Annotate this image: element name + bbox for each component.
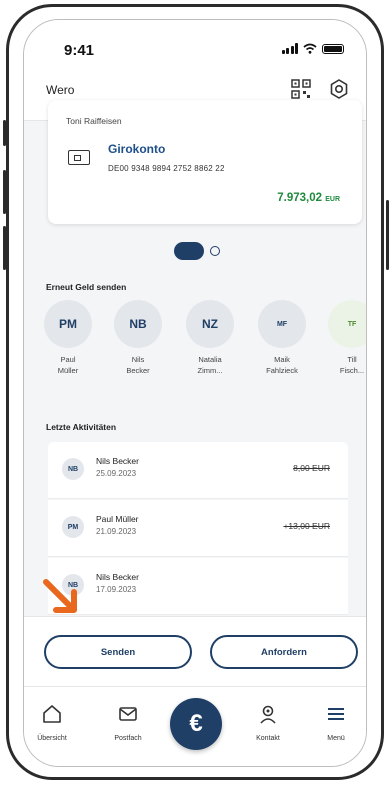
contact-name: Natalia Zimm... [182, 354, 238, 376]
contact-item[interactable]: MF Maik Fahlzieck [254, 300, 310, 376]
tab-label: Postfach [114, 735, 142, 742]
signal-icon [281, 43, 298, 54]
pager-dot-active[interactable] [174, 242, 204, 260]
status-icons [281, 43, 344, 54]
account-iban: DE00 9348 9894 2752 8862 22 [108, 164, 225, 173]
contact-last-name: Zimm... [197, 366, 223, 375]
contact-avatar: NB [114, 300, 162, 348]
send-button[interactable]: Senden [44, 635, 192, 669]
account-card[interactable]: Toni Raiffeisen Girokonto DE00 9348 9894… [48, 100, 362, 224]
activity-date: 17.09.2023 [96, 585, 137, 594]
balance-amount: 7.973,02 [277, 192, 323, 204]
tab-label: Menü [327, 735, 345, 742]
activity-avatar: NB [62, 458, 84, 480]
tab-label: Übersicht [37, 735, 67, 742]
activity-amount: 8,00 EUR [293, 463, 330, 473]
home-icon [43, 705, 61, 723]
contact-first-name: Paul [60, 355, 76, 364]
contact-item[interactable]: TF Till Fisch... [324, 300, 366, 376]
section-title-recent-send: Erneut Geld senden [46, 282, 127, 292]
tab-label: Kontakt [256, 735, 280, 742]
activity-row[interactable]: NB Nils Becker 17.09.2023 [48, 558, 348, 615]
mail-icon [119, 707, 137, 721]
menu-icon [328, 708, 344, 720]
battery-icon [322, 43, 344, 54]
card-pager [174, 242, 220, 260]
contact-first-name: Natalia [198, 355, 222, 364]
contact-last-name: Fisch... [339, 366, 365, 375]
activity-row[interactable]: NB Nils Becker 25.09.2023 8,00 EUR [48, 442, 348, 499]
account-holder: Toni Raiffeisen [66, 116, 122, 126]
balance-currency: EUR [325, 196, 340, 203]
contact-first-name: Till [347, 355, 357, 364]
contact-name: Till Fisch... [324, 354, 366, 376]
contact-item[interactable]: PM Paul Müller [40, 300, 96, 376]
activity-row[interactable]: PM Paul Müller 21.09.2023 +13,00 EUR [48, 500, 348, 557]
activity-name: Nils Becker [96, 456, 139, 466]
settings-icon[interactable] [328, 78, 350, 100]
wifi-icon [303, 43, 317, 54]
activity-name: Nils Becker [96, 572, 139, 582]
account-name: Girokonto [108, 142, 166, 156]
tab-contact[interactable]: Kontakt [240, 703, 296, 742]
activity-date: 25.09.2023 [96, 469, 137, 478]
app-title: Wero [46, 83, 75, 97]
request-button[interactable]: Anfordern [210, 635, 358, 669]
action-bar: Senden Anfordern [24, 616, 366, 687]
tab-overview[interactable]: Übersicht [24, 703, 80, 742]
pager-dot[interactable] [210, 246, 220, 256]
contact-name: Maik Fahlzieck [254, 354, 310, 376]
activity-avatar: PM [62, 516, 84, 538]
contact-item[interactable]: NB Nils Becker [110, 300, 166, 376]
status-time: 9:41 [64, 42, 95, 59]
contact-icon [260, 705, 276, 724]
tab-mailbox[interactable]: Postfach [100, 703, 156, 742]
contact-avatar: NZ [186, 300, 234, 348]
contact-item[interactable]: NZ Natalia Zimm... [182, 300, 238, 376]
section-title-recent-activity: Letzte Aktivitäten [46, 422, 117, 432]
euro-center-button[interactable]: € [170, 698, 222, 750]
contact-last-name: Müller [57, 366, 79, 375]
contact-first-name: Nils [131, 355, 145, 364]
contact-name: Paul Müller [40, 354, 96, 376]
contact-first-name: Maik [274, 355, 290, 364]
contact-avatar: PM [44, 300, 92, 348]
bank-card-icon [68, 150, 90, 165]
phone-side-button [386, 200, 389, 270]
tab-menu[interactable]: Menü [308, 703, 364, 742]
orange-arrow-icon [43, 579, 77, 613]
qr-code-icon[interactable] [290, 78, 312, 100]
activity-date: 21.09.2023 [96, 527, 137, 536]
contact-avatar: TF [328, 300, 366, 348]
activity-name: Paul Müller [96, 514, 139, 524]
contact-last-name: Fahlzieck [266, 366, 298, 375]
contact-last-name: Becker [126, 366, 150, 375]
status-bar: 9:41 [24, 20, 366, 64]
activity-amount: +13,00 EUR [283, 521, 330, 531]
account-balance: 7.973,02 EUR [277, 192, 340, 204]
phone-screen: 9:41 Wero Toni Raiffeisen Girokonto DE00… [23, 19, 367, 767]
contact-name: Nils Becker [110, 354, 166, 376]
contact-avatar: MF [258, 300, 306, 348]
phone-frame: 9:41 Wero Toni Raiffeisen Girokonto DE00… [6, 4, 384, 780]
